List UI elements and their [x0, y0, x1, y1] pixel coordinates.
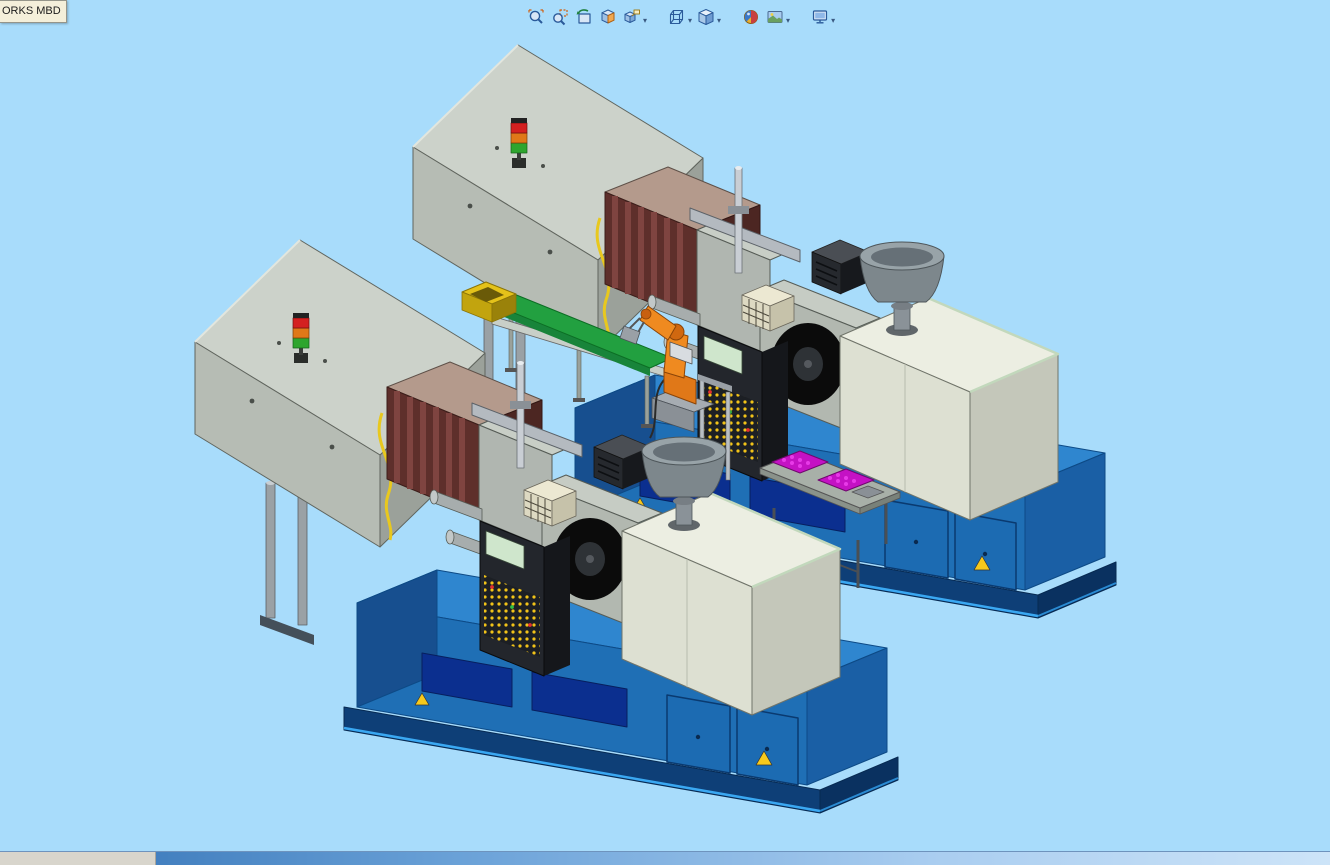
toolbar-button-display-style[interactable]: [694, 5, 718, 29]
view-orientation-icon: [669, 9, 684, 25]
model-scene[interactable]: [0, 0, 1330, 852]
previous-view-icon: [576, 9, 591, 24]
solidworks-window: ORKS MBD ▾ ▾ ▾ ▾ ▾: [0, 0, 1330, 865]
view-settings-dropdown-icon[interactable]: ▾: [831, 16, 835, 25]
display-style-dropdown-icon[interactable]: ▾: [717, 16, 721, 25]
toolbar-button-previous-view[interactable]: [572, 5, 596, 29]
toolbar-button-view-settings[interactable]: [808, 5, 832, 29]
heads-up-view-toolbar: ▾ ▾ ▾ ▾ ▾: [524, 5, 837, 29]
view-settings-icon: [812, 10, 828, 24]
edit-appearance-icon: [744, 10, 759, 24]
toolbar-button-apply-scene[interactable]: [763, 5, 787, 29]
toolbar-button-zoom-to-fit[interactable]: [524, 5, 548, 29]
mbd-tab-text: ORKS MBD: [2, 5, 61, 17]
display-style-icon: [698, 9, 714, 25]
toolbar-button-zoom-to-area[interactable]: [548, 5, 572, 29]
apply-scene-icon: [767, 11, 783, 23]
section-view-icon: [601, 9, 615, 24]
zoom-to-fit-icon: [528, 9, 544, 24]
toolbar-button-section-view[interactable]: [596, 5, 620, 29]
toolbar-button-view-orientation[interactable]: [665, 5, 689, 29]
zoom-to-area-icon: [553, 9, 568, 26]
graphics-viewport[interactable]: [0, 0, 1330, 852]
status-bar-left-segment: [0, 852, 156, 865]
apply-scene-dropdown-icon[interactable]: ▾: [786, 16, 790, 25]
mbd-tab-label[interactable]: ORKS MBD: [0, 0, 67, 23]
dynamic-annotation-views-icon: [624, 9, 640, 23]
toolbar-button-dynamic-annotation-views[interactable]: [620, 5, 644, 29]
status-bar: [0, 851, 1330, 865]
dynamic-annotation-dropdown-icon[interactable]: ▾: [643, 16, 647, 25]
toolbar-button-edit-appearance[interactable]: [739, 5, 763, 29]
view-orientation-dropdown-icon[interactable]: ▾: [688, 16, 692, 25]
